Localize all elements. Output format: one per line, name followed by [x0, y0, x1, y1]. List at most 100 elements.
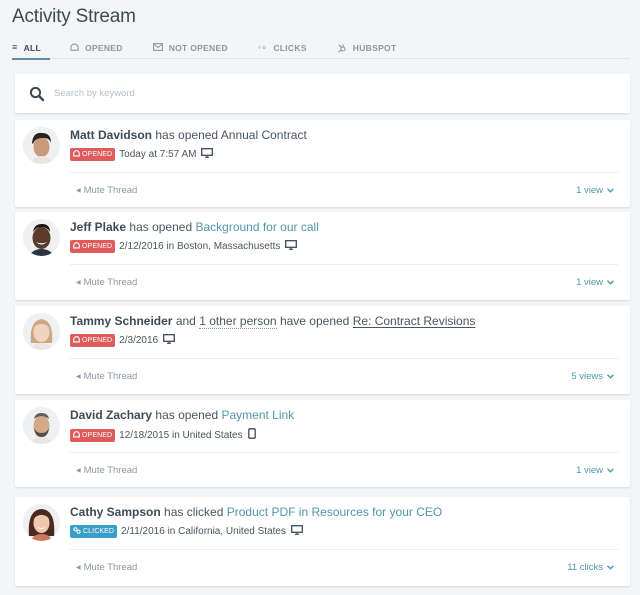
- status-badge: OPENED: [70, 334, 116, 347]
- email-subject-link[interactable]: Re: Contract Revisions: [353, 314, 476, 328]
- mute-thread-label: Mute Thread: [83, 371, 138, 382]
- in-text: in: [298, 505, 309, 519]
- chevron-down-icon: [607, 188, 614, 193]
- mute-thread-label: Mute Thread: [83, 185, 138, 196]
- document-link[interactable]: Background for our call: [195, 220, 318, 234]
- tab-all[interactable]: ≡ ALL: [12, 40, 50, 60]
- chevron-down-icon: [607, 565, 614, 570]
- list-icon: ≡: [12, 42, 18, 52]
- connector-text: and: [175, 314, 196, 328]
- view-count-label: 1 view: [576, 185, 603, 196]
- open-envelope-icon: [73, 430, 80, 440]
- mobile-icon: [247, 428, 256, 442]
- contact-name[interactable]: Matt Davidson: [70, 128, 152, 142]
- mute-thread-button[interactable]: ◀ Mute Thread: [76, 562, 137, 573]
- chevron-down-icon: [607, 280, 614, 285]
- mute-thread-label: Mute Thread: [83, 277, 138, 288]
- chevron-down-icon: [607, 374, 614, 379]
- tab-label: ALL: [23, 43, 41, 53]
- mute-thread-button[interactable]: ◀ Mute Thread: [76, 185, 137, 196]
- hubspot-sprocket-icon: [337, 43, 347, 55]
- envelope-icon: [152, 43, 163, 53]
- status-badge-label: OPENED: [82, 243, 113, 250]
- filter-tabs: ≡ ALL OPENED NOT OPENED ◦∘ CLICKS HUBSPO…: [12, 40, 630, 60]
- activity-detail: 2/11/2016 in California, United States: [121, 526, 286, 537]
- activity-card: Jeff Plake has opened Background for our…: [15, 212, 630, 300]
- speaker-mute-icon: ◀: [76, 374, 81, 380]
- link-icon: ◦∘: [257, 42, 268, 52]
- status-badge-label: OPENED: [82, 431, 113, 439]
- mute-thread-button[interactable]: ◀ Mute Thread: [76, 277, 137, 288]
- activity-card: Matt Davidson has opened Annual Contract…: [15, 120, 630, 207]
- avatar[interactable]: [23, 407, 60, 444]
- tab-label: HUBSPOT: [352, 43, 397, 53]
- view-count-label: 5 views: [571, 371, 603, 382]
- document-link[interactable]: Product PDF: [227, 505, 296, 519]
- activity-card: Cathy Sampson has clicked Product PDF in…: [15, 497, 630, 586]
- mute-thread-button[interactable]: ◀ Mute Thread: [76, 465, 137, 476]
- status-badge-label: OPENED: [82, 151, 113, 158]
- document-name[interactable]: Annual Contract: [221, 128, 307, 142]
- speaker-mute-icon: ◀: [76, 280, 81, 286]
- activity-card: David Zachary has opened Payment Link OP…: [15, 400, 630, 487]
- tab-opened[interactable]: OPENED: [70, 40, 123, 59]
- status-badge: OPENED: [70, 240, 116, 253]
- tab-hubspot[interactable]: HUBSPOT: [337, 40, 397, 59]
- status-badge: CLICKED: [70, 525, 118, 538]
- desktop-icon: [291, 525, 303, 538]
- search-bar: [15, 74, 630, 113]
- document-link[interactable]: Payment Link: [221, 408, 294, 422]
- open-envelope-icon: [73, 150, 80, 159]
- status-badge: OPENED: [70, 148, 116, 161]
- avatar[interactable]: [23, 504, 60, 541]
- avatar[interactable]: [23, 313, 60, 350]
- tab-clicks[interactable]: ◦∘ CLICKS: [258, 40, 307, 59]
- activity-verb: has opened: [155, 128, 219, 142]
- activity-detail: 12/18/2015 in United States: [119, 429, 243, 441]
- contact-name[interactable]: Jeff Plake: [70, 220, 126, 234]
- tab-label: OPENED: [85, 43, 123, 53]
- activity-summary: Matt Davidson has opened Annual Contract: [70, 128, 307, 142]
- click-count-label: 11 clicks: [567, 562, 603, 573]
- desktop-icon: [163, 334, 176, 347]
- view-count-label: 1 view: [576, 277, 603, 288]
- activity-detail: 2/12/2016 in Boston, Massachusetts: [119, 241, 281, 252]
- status-badge: OPENED: [70, 428, 116, 442]
- link-icon: [73, 527, 81, 536]
- mute-thread-button[interactable]: ◀ Mute Thread: [76, 371, 137, 382]
- view-count-toggle[interactable]: 1 view: [576, 277, 614, 288]
- click-count-toggle[interactable]: 11 clicks: [567, 562, 614, 573]
- avatar[interactable]: [23, 127, 60, 164]
- chevron-down-icon: [607, 468, 614, 473]
- activity-verb: has opened: [155, 408, 219, 422]
- activity-detail: 2/3/2016: [119, 335, 159, 346]
- search-input[interactable]: [54, 88, 630, 99]
- activity-verb: have opened: [279, 314, 350, 328]
- view-count-toggle[interactable]: 1 view: [576, 465, 614, 476]
- mute-thread-label: Mute Thread: [83, 465, 138, 476]
- tab-label: NOT OPENED: [168, 43, 228, 53]
- activity-verb: has clicked: [164, 505, 224, 519]
- tab-not-opened[interactable]: NOT OPENED: [152, 40, 228, 59]
- other-people-link[interactable]: 1 other person: [199, 314, 277, 329]
- contact-name[interactable]: Tammy Schneider: [70, 314, 172, 328]
- container-link[interactable]: Resources for your CEO: [311, 505, 442, 519]
- avatar[interactable]: [23, 219, 60, 256]
- view-count-label: 1 view: [576, 465, 603, 476]
- view-count-toggle[interactable]: 1 view: [576, 185, 614, 196]
- desktop-icon: [201, 148, 214, 161]
- mute-thread-label: Mute Thread: [83, 562, 138, 573]
- contact-name[interactable]: David Zachary: [70, 408, 152, 422]
- activity-detail: Today at 7:57 AM: [119, 149, 197, 160]
- view-count-toggle[interactable]: 5 views: [571, 371, 614, 382]
- speaker-mute-icon: ◀: [76, 468, 81, 474]
- contact-name[interactable]: Cathy Sampson: [70, 505, 161, 519]
- activity-card: Tammy Schneider and 1 other person have …: [15, 306, 630, 394]
- tab-label: CLICKS: [273, 43, 307, 53]
- open-envelope-icon: [70, 43, 79, 54]
- speaker-mute-icon: ◀: [76, 565, 81, 571]
- activity-verb: has opened: [129, 220, 193, 234]
- open-envelope-icon: [73, 336, 80, 345]
- open-envelope-icon: [73, 242, 80, 251]
- status-badge-label: CLICKED: [83, 528, 115, 535]
